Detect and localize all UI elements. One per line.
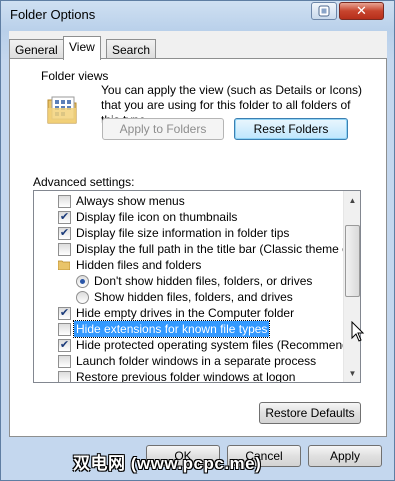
watermark-text: 双电网 (www.pcpc.me) (73, 454, 262, 473)
advanced-setting-row[interactable]: ✔ Display file size information in folder… (34, 225, 344, 241)
window-title: Folder Options (10, 7, 96, 22)
setting-label: Restore previous folder windows at logon (76, 370, 296, 383)
scroll-down-arrow-icon[interactable]: ▼ (345, 365, 360, 381)
checkbox[interactable]: ✔ (58, 227, 71, 240)
setting-label: Hidden files and folders (76, 258, 202, 272)
advanced-settings-rows: Always show menus ✔ Display file icon on t… (34, 193, 360, 383)
tab-view[interactable]: View (63, 36, 101, 60)
setting-label: Display file size information in folder … (76, 226, 290, 240)
checkbox[interactable]: ✔ (58, 307, 71, 320)
advanced-setting-row[interactable]: Display the full path in the title bar (… (34, 241, 360, 257)
restore-defaults-button[interactable]: Restore Defaults (259, 402, 361, 424)
folder-view-icon (46, 94, 80, 126)
advanced-setting-row[interactable]: Restore previous folder windows at logon (34, 369, 344, 383)
folder-icon (58, 260, 70, 270)
reset-folders-button[interactable]: Reset Folders (234, 118, 348, 140)
radio-button[interactable] (76, 291, 89, 304)
radio-dot-icon (80, 279, 85, 284)
setting-label: Display the full path in the title bar (… (76, 242, 361, 256)
checkbox[interactable] (58, 195, 71, 208)
scrollbar-thumb[interactable] (345, 225, 360, 297)
checkmark-icon: ✔ (59, 307, 70, 319)
advanced-setting-row[interactable]: Hidden files and folders (34, 257, 344, 273)
mouse-cursor-icon (351, 320, 365, 346)
setting-label: Hide empty drives in the Computer folder (76, 306, 295, 320)
checkbox[interactable] (58, 371, 71, 382)
advanced-setting-row[interactable]: ✔ Display file icon on thumbnails (34, 209, 344, 225)
checkbox[interactable]: ✔ (58, 211, 71, 224)
checkmark-icon: ✔ (59, 339, 70, 351)
advanced-setting-row[interactable]: Hide extensions for known file types (34, 320, 344, 338)
advanced-setting-row[interactable]: Always show menus (34, 193, 344, 209)
checkbox[interactable] (58, 243, 71, 256)
checkmark-icon: ✔ (59, 211, 70, 223)
advanced-setting-row[interactable]: ✔ Hide protected operating system files (… (34, 337, 360, 353)
radio-button[interactable] (76, 275, 89, 288)
tab-general[interactable]: General (9, 39, 64, 59)
tab-search[interactable]: Search (106, 39, 157, 59)
setting-label: Hide extensions for known file types (72, 320, 271, 338)
advanced-settings-list[interactable]: Always show menus ✔ Display file icon on t… (33, 190, 361, 383)
advanced-settings-label: Advanced settings: (33, 175, 135, 189)
setting-label: Display file icon on thumbnails (76, 210, 238, 224)
advanced-setting-row[interactable]: Launch folder windows in a separate proc… (34, 353, 344, 369)
scroll-up-arrow-icon[interactable]: ▲ (345, 192, 360, 208)
folder-options-window: Folder Options ✕ General View Search Fol… (0, 0, 395, 481)
apply-button[interactable]: Apply (308, 445, 382, 467)
setting-label: Don't show hidden files, folders, or dri… (94, 274, 313, 288)
advanced-setting-row[interactable]: Show hidden files, folders, and drives (34, 289, 344, 305)
checkbox[interactable] (58, 323, 71, 336)
setting-label: Always show menus (76, 194, 185, 208)
setting-label: Show hidden files, folders, and drives (94, 290, 293, 304)
checkbox[interactable]: ✔ (58, 339, 71, 352)
vertical-scrollbar[interactable]: ▲ ▼ (343, 191, 360, 382)
folder-views-label: Folder views (39, 69, 111, 83)
advanced-setting-row[interactable]: Don't show hidden files, folders, or dri… (34, 273, 344, 289)
close-button[interactable]: ✕ (339, 2, 384, 20)
checkbox[interactable] (58, 355, 71, 368)
checkmark-icon: ✔ (59, 227, 70, 239)
advanced-setting-row[interactable]: ✔ Hide empty drives in the Computer folde… (34, 305, 344, 321)
apply-to-folders-button[interactable]: Apply to Folders (102, 118, 224, 140)
setting-label: Launch folder windows in a separate proc… (76, 354, 317, 368)
help-button[interactable] (311, 2, 337, 20)
help-icon (318, 5, 330, 17)
setting-label: Hide protected operating system files (R… (76, 338, 361, 352)
